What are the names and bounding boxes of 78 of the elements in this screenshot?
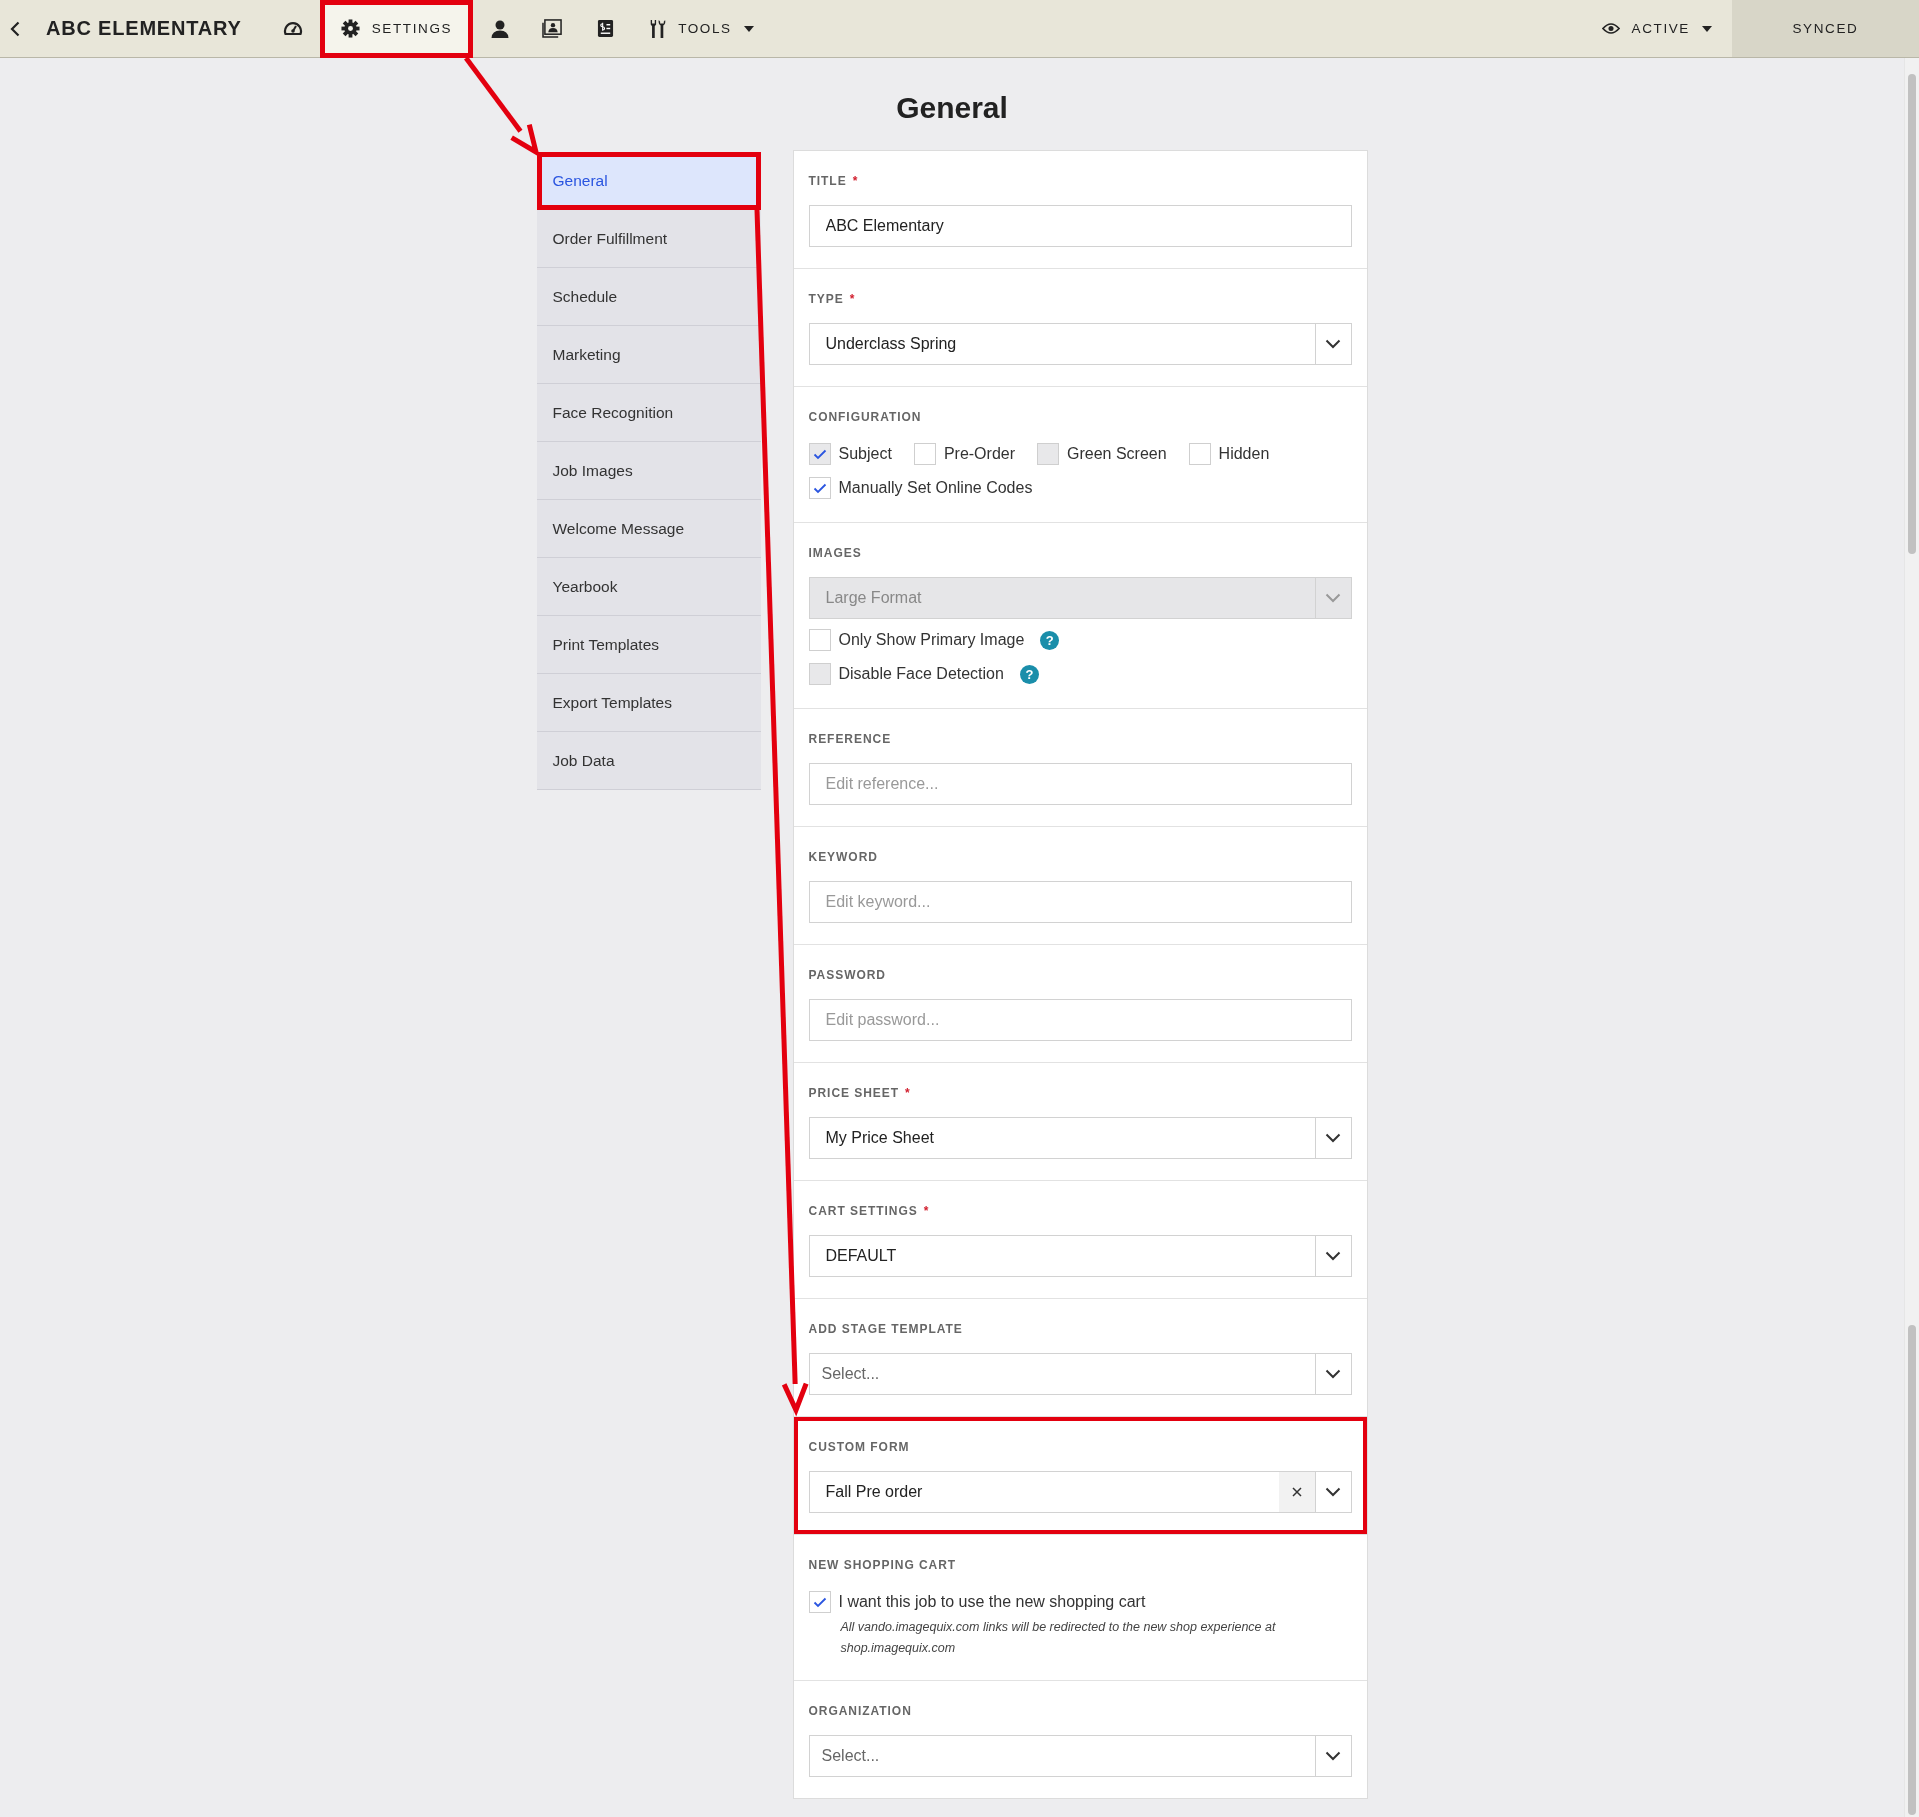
checkbox-label: I want this job to use the new shopping cart <box>838 1593 1146 1611</box>
select-field[interactable]: DEFAULT <box>808 1235 1352 1277</box>
checkbox[interactable] <box>808 629 831 651</box>
settings-icon <box>340 19 360 38</box>
field-label: TITLE <box>808 173 847 189</box>
chevron-down-icon <box>1325 593 1341 603</box>
field-label: ORGANIZATION <box>808 1703 912 1719</box>
select-field[interactable]: Select... <box>808 1353 1352 1395</box>
sidebar-item[interactable]: Export Templates <box>536 674 761 732</box>
sidebar-item[interactable]: Face Recognition <box>536 384 761 442</box>
checkbox-label: Green Screen <box>1067 445 1167 463</box>
page-heading: General <box>895 90 1009 126</box>
select-field[interactable]: Underclass Spring <box>808 323 1352 365</box>
checkbox[interactable] <box>913 443 936 465</box>
checkbox-label: Manually Set Online Codes <box>838 479 1033 497</box>
sidebar-item[interactable]: Marketing <box>536 326 761 384</box>
person-icon <box>489 18 510 39</box>
field-label: CUSTOM FORM <box>808 1439 910 1455</box>
field-label: KEYWORD <box>808 849 878 865</box>
eye-icon <box>1601 22 1620 35</box>
job-title: ABC ELEMENTARY <box>46 17 242 40</box>
status-dropdown[interactable]: ACTIVE <box>1581 0 1732 58</box>
sidebar-item[interactable]: Job Data <box>536 732 761 790</box>
sync-status: SYNCED <box>1732 0 1919 57</box>
field-label: TYPE <box>808 291 844 307</box>
field-label: IMAGES <box>808 545 862 561</box>
help-badge[interactable]: ? <box>1040 630 1060 650</box>
chevron-down-icon <box>1325 1251 1341 1261</box>
field-label: PASSWORD <box>808 967 886 983</box>
nav-tab[interactable]: SETTINGS <box>319 0 474 58</box>
text-field[interactable]: ABC Elementary <box>808 205 1352 247</box>
checkbox[interactable] <box>808 1591 831 1613</box>
checkbox[interactable] <box>1188 443 1211 465</box>
checkbox-label: Subject <box>838 445 892 463</box>
select-field[interactable]: My Price Sheet <box>808 1117 1352 1159</box>
text-field[interactable]: Edit password... <box>808 999 1352 1041</box>
sidebar-item[interactable]: Print Templates <box>536 616 761 674</box>
chevron-down-icon <box>1325 1369 1341 1379</box>
sidebar-item[interactable]: Yearbook <box>536 558 761 616</box>
checkbox-label: Pre-Order <box>943 445 1015 463</box>
tools-icon <box>648 18 667 39</box>
info-note: All vando.imagequix.com links will be redirected to the new shop experience at shop.imagequix.com <box>839 1619 1277 1657</box>
back-icon <box>10 20 20 37</box>
required-mark: * <box>923 1203 930 1219</box>
checkmark-icon <box>812 482 827 494</box>
ledger-icon <box>597 19 615 38</box>
select-field[interactable]: Select... <box>808 1735 1352 1777</box>
photos-icon <box>542 19 564 38</box>
field-label: NEW SHOPPING CART <box>808 1557 957 1573</box>
text-field[interactable]: Edit reference... <box>808 763 1352 805</box>
text-field[interactable]: Edit keyword... <box>808 881 1352 923</box>
required-mark: * <box>905 1085 911 1101</box>
select-field[interactable]: Fall Pre order <box>808 1471 1352 1513</box>
field-label: REFERENCE <box>808 731 892 747</box>
sidebar-item[interactable]: Schedule <box>536 268 761 326</box>
checkmark-icon <box>812 1596 827 1608</box>
sidebar-item[interactable]: Welcome Message <box>536 500 761 558</box>
checkbox-label: Hidden <box>1218 445 1270 463</box>
field-label: ADD STAGE TEMPLATE <box>808 1321 963 1337</box>
checkmark-icon <box>812 448 827 460</box>
sidebar-item[interactable]: Job Images <box>536 442 761 500</box>
required-mark: * <box>849 291 856 307</box>
checkbox[interactable] <box>808 477 831 499</box>
chevron-down-icon <box>1325 1751 1341 1761</box>
sidebar-item[interactable]: General <box>536 152 761 210</box>
required-mark: * <box>852 173 859 189</box>
field-label: PRICE SHEET <box>808 1085 900 1101</box>
chevron-down-icon <box>1325 1133 1341 1143</box>
field-label: CONFIGURATION <box>808 409 922 425</box>
chevron-down-icon <box>1325 339 1341 349</box>
scrollbar[interactable] <box>1904 58 1919 1817</box>
checkbox-label: Disable Face Detection <box>838 665 1004 683</box>
field-label: CART SETTINGS <box>808 1203 918 1219</box>
checkbox-label: Only Show Primary Image <box>838 631 1025 649</box>
chevron-down-icon <box>1325 1487 1341 1497</box>
sidebar-item[interactable]: Order Fulfillment <box>536 210 761 268</box>
close-icon <box>1291 1487 1302 1497</box>
nav-tab[interactable]: TOOLS <box>632 0 770 58</box>
